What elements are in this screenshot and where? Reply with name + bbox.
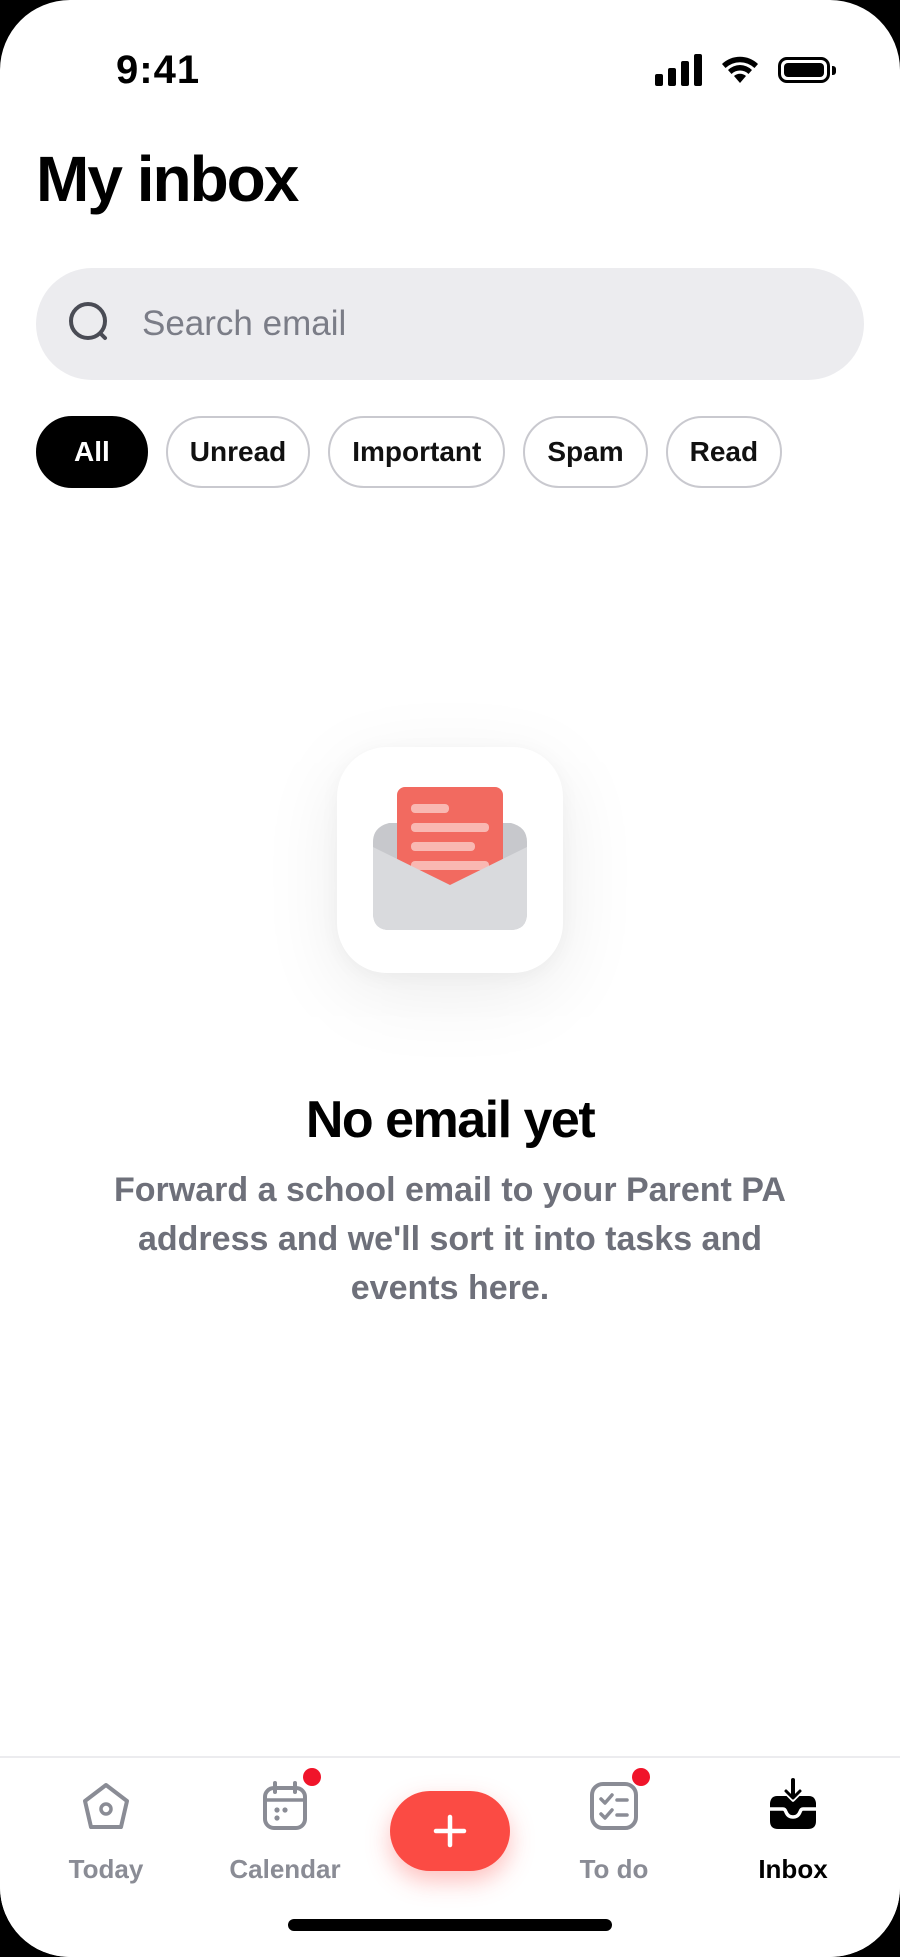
inbox-icon [770, 1778, 816, 1829]
filter-chip-all[interactable]: All [36, 416, 148, 488]
search-input[interactable] [140, 303, 824, 345]
status-icons [655, 54, 836, 86]
tab-label: To do [579, 1854, 649, 1884]
tab-todo[interactable]: To do [534, 1768, 694, 1885]
wifi-icon [722, 56, 758, 83]
search-bar[interactable] [36, 268, 864, 380]
filter-chip-unread[interactable]: Unread [165, 416, 311, 488]
tab-inbox[interactable]: Inbox [713, 1776, 873, 1885]
notification-badge [303, 1768, 321, 1786]
filter-chips: All Unread Important Spam Read [36, 416, 783, 488]
tab-calendar[interactable]: Calendar [205, 1768, 365, 1885]
home-icon [83, 1783, 129, 1829]
open-envelope-icon [373, 787, 527, 930]
checklist-icon [590, 1782, 638, 1830]
calendar-icon [263, 1781, 307, 1830]
status-bar: 9:41 [0, 0, 900, 140]
notification-badge [632, 1768, 650, 1786]
filter-chip-spam[interactable]: Spam [523, 416, 648, 488]
battery-icon [778, 57, 836, 83]
tab-label: Today [68, 1854, 144, 1884]
page-title: My inbox [36, 143, 299, 215]
empty-state-message: Forward a school email to your Parent PA… [114, 1171, 786, 1307]
home-indicator[interactable] [288, 1919, 612, 1931]
tab-label: Inbox [758, 1854, 828, 1884]
plus-icon [433, 1814, 467, 1848]
cellular-signal-icon [655, 54, 702, 86]
add-button[interactable] [390, 1791, 510, 1871]
status-time: 9:41 [116, 48, 201, 92]
tab-label: Calendar [229, 1854, 341, 1884]
filter-chip-important[interactable]: Important [328, 416, 506, 488]
phone-screen: 9:41 My inbox All Unread Important Spam … [0, 0, 900, 1957]
tab-today[interactable]: Today [26, 1776, 186, 1885]
search-icon [69, 302, 107, 340]
empty-state-title: No email yet [305, 1091, 596, 1149]
filter-chip-read[interactable]: Read [665, 416, 783, 488]
empty-state-illustration [337, 747, 563, 973]
